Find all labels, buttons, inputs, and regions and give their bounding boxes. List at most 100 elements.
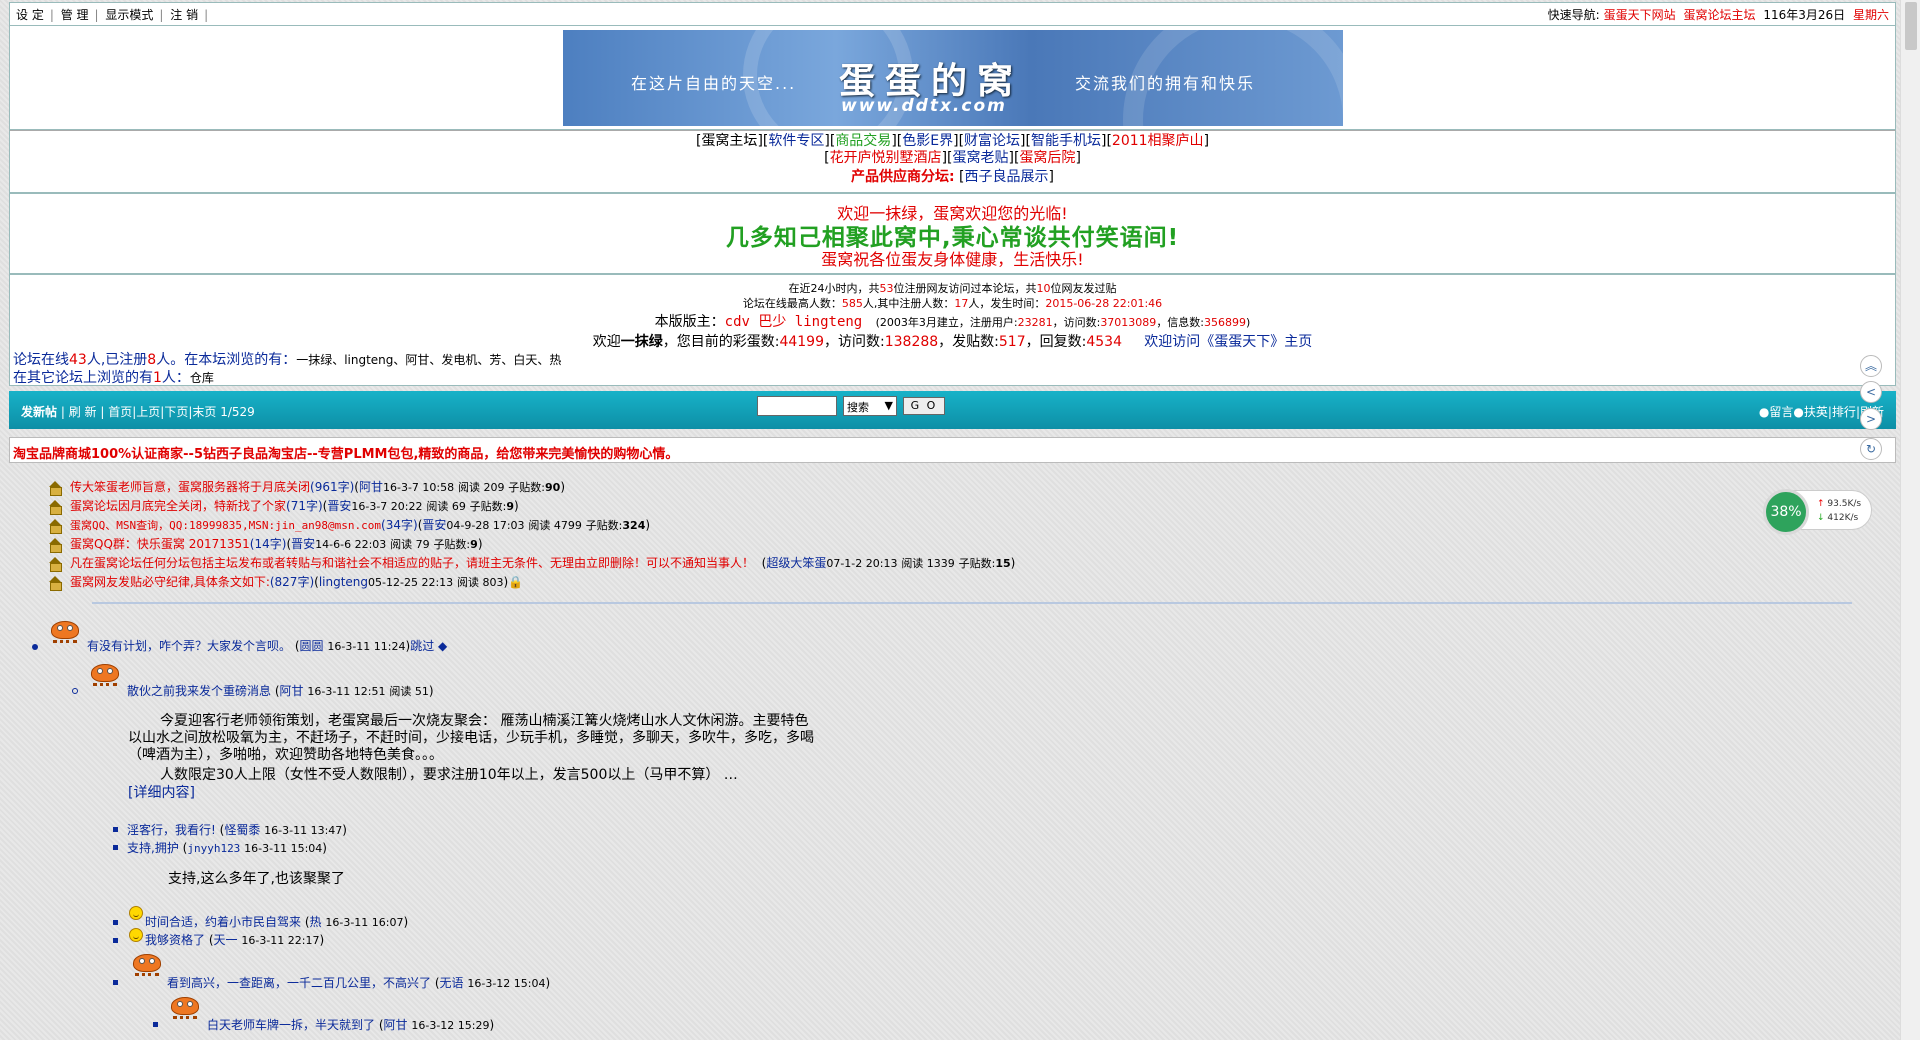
header: 在这片自由的天空... 蛋蛋的窝 www.ddtx.com 交流我们的拥有和快乐 (9, 26, 1896, 130)
menu-display-mode[interactable]: 显示模式 (105, 8, 153, 22)
search-type-select[interactable]: 搜索 ▼ (843, 396, 897, 416)
page-indicator: 1/529 (220, 405, 255, 419)
reply-post: 支持,拥护 (jnyyh123 16-3-11 15:04) (127, 841, 327, 855)
site-banner[interactable]: 在这片自由的天空... 蛋蛋的窝 www.ddtx.com 交流我们的拥有和快乐 (563, 30, 1343, 126)
network-speed-widget[interactable]: 38% ↑ 93.5K/s ↓ 412K/s (1763, 489, 1872, 535)
sticky-title[interactable]: 蛋窝论坛因月底完全关闭，特新找了个家 (70, 497, 286, 516)
refresh-icon[interactable]: ↻ (1860, 438, 1882, 460)
ranking-link[interactable]: 排行 (1832, 405, 1856, 419)
list-bullet (113, 938, 118, 943)
post-author[interactable]: 圆圆 (300, 639, 324, 653)
quick-nav-link-site[interactable]: 蛋蛋天下网站 (1604, 8, 1676, 22)
refresh-button[interactable]: 刷 新 (69, 405, 97, 419)
quick-nav-link-main-forum[interactable]: 蛋窝论坛主坛 (1684, 8, 1756, 22)
last-page-button[interactable]: 末页 (192, 405, 216, 419)
post-body: 支持,这么多年了,也该聚聚了 (168, 871, 345, 887)
post-title[interactable]: 有没有计划，咋个弄？大家发个言呗。 (87, 639, 291, 653)
prev-page-button[interactable]: 上页 (136, 405, 160, 419)
welcome-banner: 欢迎一抹绿，蛋窝欢迎您的光临! 几多知己相聚此窝中,秉心常谈共付笑语间! 蛋窝祝… (9, 193, 1896, 274)
smiley-icon (129, 928, 143, 942)
menu-settings[interactable]: 设 定 (16, 8, 44, 22)
sticky-title[interactable]: 凡在蛋窝论坛任何分坛包括主坛发布或者转贴与和谐社会不相适应的贴子，请班主无条件、… (70, 554, 754, 573)
list-bullet (113, 827, 118, 832)
new-post-button[interactable]: 发新帖 (21, 405, 57, 419)
divider (92, 602, 1852, 604)
post-author[interactable]: 无语 (440, 976, 464, 990)
home-page-link[interactable]: 欢迎访问《蛋蛋天下》主页 (1144, 334, 1312, 350)
skip-link[interactable]: 跳过 ◆ (410, 639, 447, 653)
reply-post: 时间合适，约着小市民自驾来 (热 16-3-11 16:07) (145, 915, 409, 929)
nav-main-forum[interactable]: 蛋窝主坛 (701, 133, 757, 149)
forum-nav: [蛋窝主坛][软件专区][商品交易][色影E界][财富论坛][智能手机坛][20… (9, 130, 1896, 193)
menu-logout[interactable]: 注 销 (170, 8, 198, 22)
nav-xizi-showcase[interactable]: 西子良品展示 (965, 169, 1049, 185)
first-page-button[interactable]: 首页 (108, 405, 132, 419)
search-input[interactable] (757, 396, 837, 416)
post-title[interactable]: 支持,拥护 (127, 841, 179, 855)
nav-smartphone[interactable]: 智能手机坛 (1031, 133, 1101, 149)
forward-icon[interactable]: > (1860, 408, 1882, 430)
sticky-title[interactable]: 蛋窝网友发贴必守纪律,具体条文如下: (70, 573, 270, 592)
post-title[interactable]: 淫客行，我看行! (127, 823, 216, 837)
toolbar-left: 发新帖 | 刷 新 | 首页|上页|下页|末页 1/529 (21, 405, 255, 419)
post-author[interactable]: jnyyh123 (187, 842, 240, 855)
forum-nav-row2: [花开庐悦别墅酒店][蛋窝老贴][蛋窝后院] (824, 150, 1081, 166)
sticky-author[interactable]: 晋安 (291, 535, 315, 554)
post-title[interactable]: 时间合适，约着小市民自驾来 (145, 915, 301, 929)
scrollbar-thumb[interactable] (1905, 2, 1917, 50)
stats-moderators: 本版版主：cdv 巴少 lingteng (2003年3月建立，注册用户:232… (654, 314, 1251, 330)
sticky-author[interactable]: 超级大笨蛋 (766, 554, 826, 573)
guestbook-link[interactable]: ●留言 (1759, 405, 1793, 419)
nav-lushan[interactable]: 2011相聚庐山 (1112, 133, 1204, 149)
sticky-author[interactable]: 晋安 (422, 516, 446, 535)
sticky-title[interactable]: 蛋窝QQ、MSN查询，QQ:18999835,MSN:jin_an98@msn.… (70, 516, 381, 535)
ad-banner[interactable]: 淘宝品牌商城100%认证商家--5钻西子良品淘宝店--专营PLMM包包,精致的商… (9, 437, 1896, 463)
nav-old-posts[interactable]: 蛋窝老贴 (953, 150, 1009, 166)
sticky-author[interactable]: lingteng (319, 573, 368, 592)
support-link[interactable]: ●扶英 (1793, 405, 1827, 419)
reply-post: 看到高兴，一查距离，一千二百几公里，不高兴了 (无语 16-3-12 15:04… (167, 976, 551, 990)
pinned-house-icon (48, 480, 62, 496)
read-more-link[interactable]: [详细内容] (128, 785, 195, 802)
post-author[interactable]: 热 (310, 915, 322, 929)
upload-speed: ↑ 93.5K/s (1817, 499, 1862, 509)
crab-avatar-icon (88, 660, 122, 688)
post-author[interactable]: 阿甘 (384, 1018, 408, 1032)
post-author[interactable]: 天一 (214, 933, 238, 947)
post-author[interactable]: 怪蜀黍 (224, 823, 260, 837)
nav-finance[interactable]: 财富论坛 (964, 133, 1020, 149)
current-weekday: 星期六 (1852, 7, 1889, 22)
sticky-title[interactable]: 传大笨蛋老师旨意，蛋窝服务器将于月底关闭 (70, 478, 310, 497)
sticky-author[interactable]: 阿甘 (359, 478, 383, 497)
sticky-row: 蛋窝论坛因月底完全关闭，特新找了个家 (71字) (晋安 16-3-7 20:22… (48, 497, 1015, 516)
nav-photo[interactable]: 色影E界 (902, 133, 953, 149)
sticky-row: 蛋窝QQ群：快乐蛋窝 20171351 (14字) (晋安 14-6-6 22:0… (48, 535, 1015, 554)
other-forum-user-list[interactable]: 仓库 (190, 371, 214, 385)
post-title[interactable]: 看到高兴，一查距离，一千二百几公里，不高兴了 (167, 976, 431, 990)
post-title[interactable]: 白天老师车牌一拆，半天就到了 (207, 1018, 375, 1032)
nav-software[interactable]: 软件专区 (768, 133, 824, 149)
next-page-button[interactable]: 下页 (164, 405, 188, 419)
post-author[interactable]: 阿甘 (280, 684, 304, 698)
vertical-scrollbar[interactable] (1900, 0, 1920, 1040)
menu-manage[interactable]: 管 理 (61, 8, 89, 22)
scroll-top-icon[interactable]: ︽ (1860, 355, 1882, 377)
pinned-house-icon (48, 518, 62, 534)
post-title[interactable]: 我够资格了 (145, 933, 205, 947)
sticky-author[interactable]: 晋安 (327, 497, 351, 516)
search-go-button[interactable]: G O (903, 397, 945, 415)
nav-villa-hotel[interactable]: 花开庐悦别墅酒店 (830, 150, 942, 166)
pinned-house-icon (48, 575, 62, 591)
browsing-user-list[interactable]: 一抹绿、lingteng、阿甘、发电机、芳、白天、热 (296, 353, 561, 367)
moderator-list[interactable]: cdv 巴少 lingteng (725, 314, 863, 330)
reg-visitor-count: 53 (879, 282, 894, 295)
lock-icon: 🔒 (508, 575, 524, 589)
back-icon[interactable]: < (1860, 381, 1882, 403)
nav-trade[interactable]: 商品交易 (835, 133, 891, 149)
nav-backyard[interactable]: 蛋窝后院 (1019, 150, 1075, 166)
sticky-title[interactable]: 蛋窝QQ群：快乐蛋窝 20171351 (70, 535, 250, 554)
list-bullet (153, 1022, 158, 1027)
crab-avatar-icon (168, 993, 202, 1021)
sticky-row: 传大笨蛋老师旨意，蛋窝服务器将于月底关闭 (961字) (阿甘 16-3-7 10… (48, 478, 1015, 497)
post-title[interactable]: 散伙之前我来发个重磅消息 (127, 684, 271, 698)
